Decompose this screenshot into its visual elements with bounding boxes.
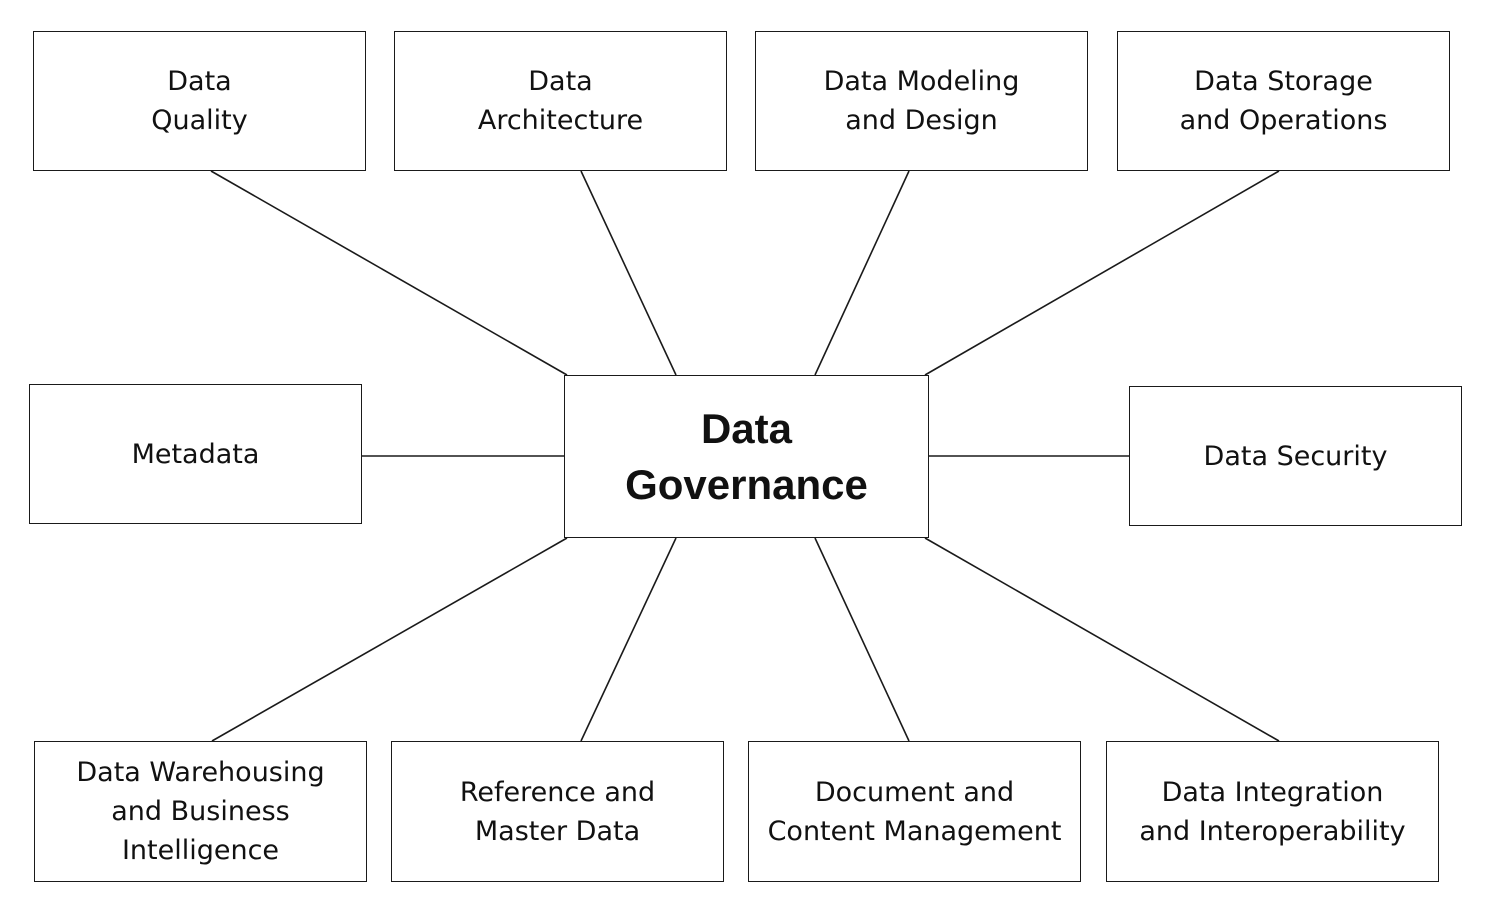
edge-center-reference <box>580 537 677 742</box>
node-data-governance-center: Data Governance <box>564 375 929 538</box>
node-label: Data Modeling and Design <box>823 66 1020 136</box>
node-label: Data Architecture <box>477 66 644 136</box>
node-label: Reference and Master Data <box>459 776 656 847</box>
node-data-warehousing: Data Warehousing and Business Intelligen… <box>34 741 367 882</box>
node-label: Data Quality <box>151 66 248 136</box>
node-label: Document and Content Management <box>767 776 1062 847</box>
edge-center-document <box>814 537 910 742</box>
edge-center-quality <box>210 170 568 376</box>
node-label: Data Security <box>1203 440 1388 472</box>
edge-center-architecture <box>580 170 677 376</box>
node-data-storage: Data Storage and Operations <box>1117 31 1450 171</box>
node-label: Data Integration and Interoperability <box>1139 776 1406 847</box>
node-label: Metadata <box>131 438 260 470</box>
node-label: Data Warehousing and Business Intelligen… <box>76 757 325 866</box>
node-data-quality: Data Quality <box>33 31 366 171</box>
node-data-security: Data Security <box>1129 386 1462 526</box>
node-metadata: Metadata <box>29 384 362 524</box>
edge-center-modeling <box>814 170 910 376</box>
node-document-content: Document and Content Management <box>748 741 1081 882</box>
edge-center-warehousing <box>211 537 568 742</box>
edge-center-storage <box>924 170 1280 376</box>
node-data-integration: Data Integration and Interoperability <box>1106 741 1439 882</box>
edge-center-integration <box>924 537 1280 742</box>
center-label: Data Governance <box>625 404 868 508</box>
node-reference-master-data: Reference and Master Data <box>391 741 724 882</box>
node-data-modeling: Data Modeling and Design <box>755 31 1088 171</box>
node-data-architecture: Data Architecture <box>394 31 727 171</box>
node-label: Data Storage and Operations <box>1179 66 1388 136</box>
